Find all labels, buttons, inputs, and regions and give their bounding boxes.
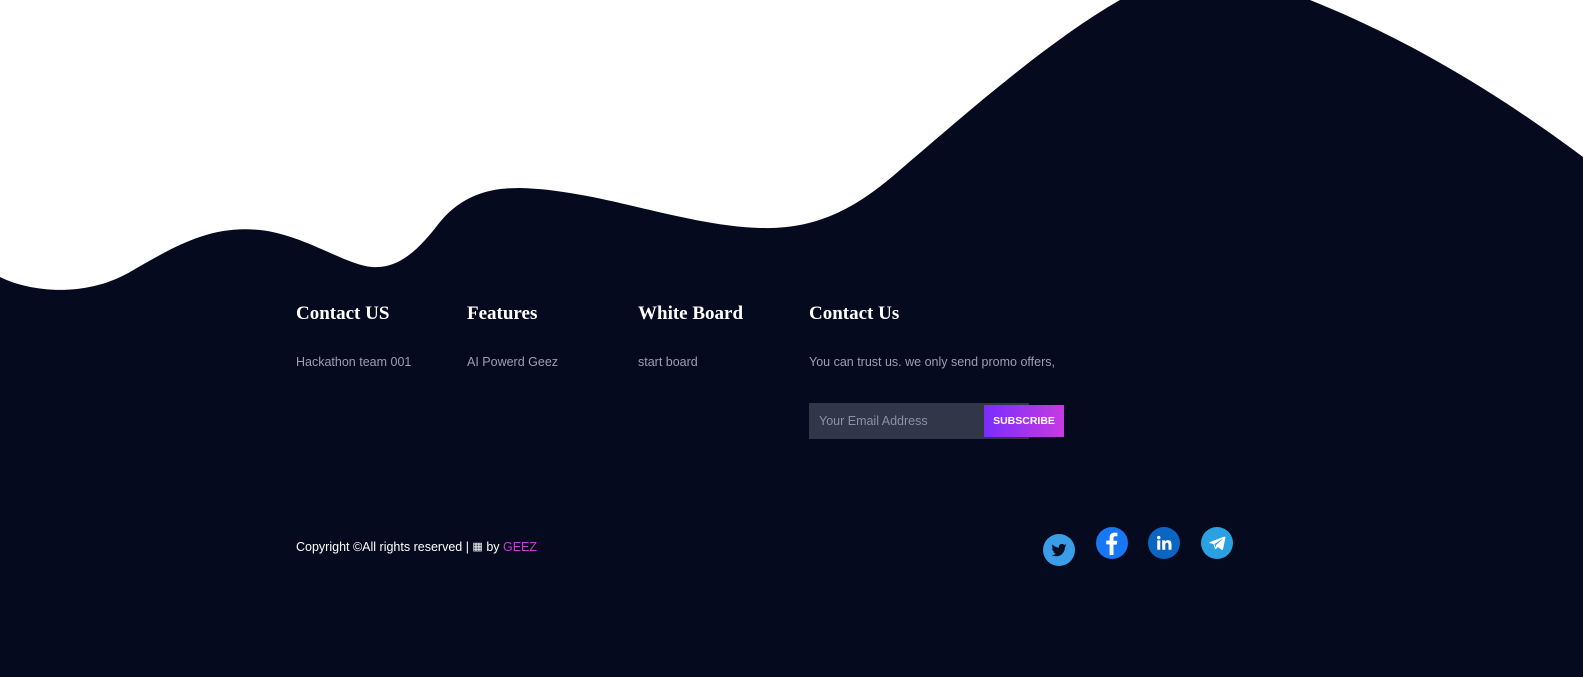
feature-link[interactable]: AI Powerd Geez	[467, 354, 558, 370]
twitter-icon	[1051, 543, 1067, 557]
brand-link[interactable]: GEEZ	[503, 540, 537, 554]
page: Contact US Hackathon team 001 Features A…	[0, 0, 1583, 677]
footer-column-white-board: White Board start board	[638, 302, 743, 370]
newsletter-text: You can trust us. we only send promo off…	[809, 355, 1055, 369]
footer-column-features: Features AI Powerd Geez	[467, 302, 558, 370]
twitter-button[interactable]	[1043, 534, 1075, 566]
linkedin-icon	[1157, 535, 1172, 550]
copyright-text: Copyright ©All rights reserved |	[296, 540, 469, 554]
copyright: Copyright ©All rights reserved | ▦ by GE…	[296, 539, 537, 555]
telegram-button[interactable]	[1201, 527, 1233, 559]
facebook-icon	[1106, 532, 1118, 555]
subscribe-button[interactable]: SUBSCRIBE	[984, 405, 1064, 437]
column-text: Hackathon team 001	[296, 355, 412, 369]
newsletter-form: SUBSCRIBE	[809, 403, 1064, 439]
column-heading: Contact Us	[809, 303, 900, 324]
facebook-button[interactable]	[1096, 527, 1128, 559]
start-board-link[interactable]: start board	[638, 354, 743, 370]
copyright-by: by	[486, 540, 500, 554]
grid-icon: ▦	[472, 541, 483, 553]
column-heading: Features	[467, 303, 538, 324]
footer: Contact US Hackathon team 001 Features A…	[0, 0, 1583, 677]
footer-column-contact: Contact US Hackathon team 001	[296, 302, 411, 370]
footer-column-newsletter: Contact Us You can trust us. we only sen…	[809, 302, 1055, 370]
linkedin-button[interactable]	[1148, 527, 1180, 559]
column-heading: White Board	[638, 303, 744, 324]
column-heading: Contact US	[296, 303, 390, 324]
telegram-icon	[1209, 536, 1226, 550]
